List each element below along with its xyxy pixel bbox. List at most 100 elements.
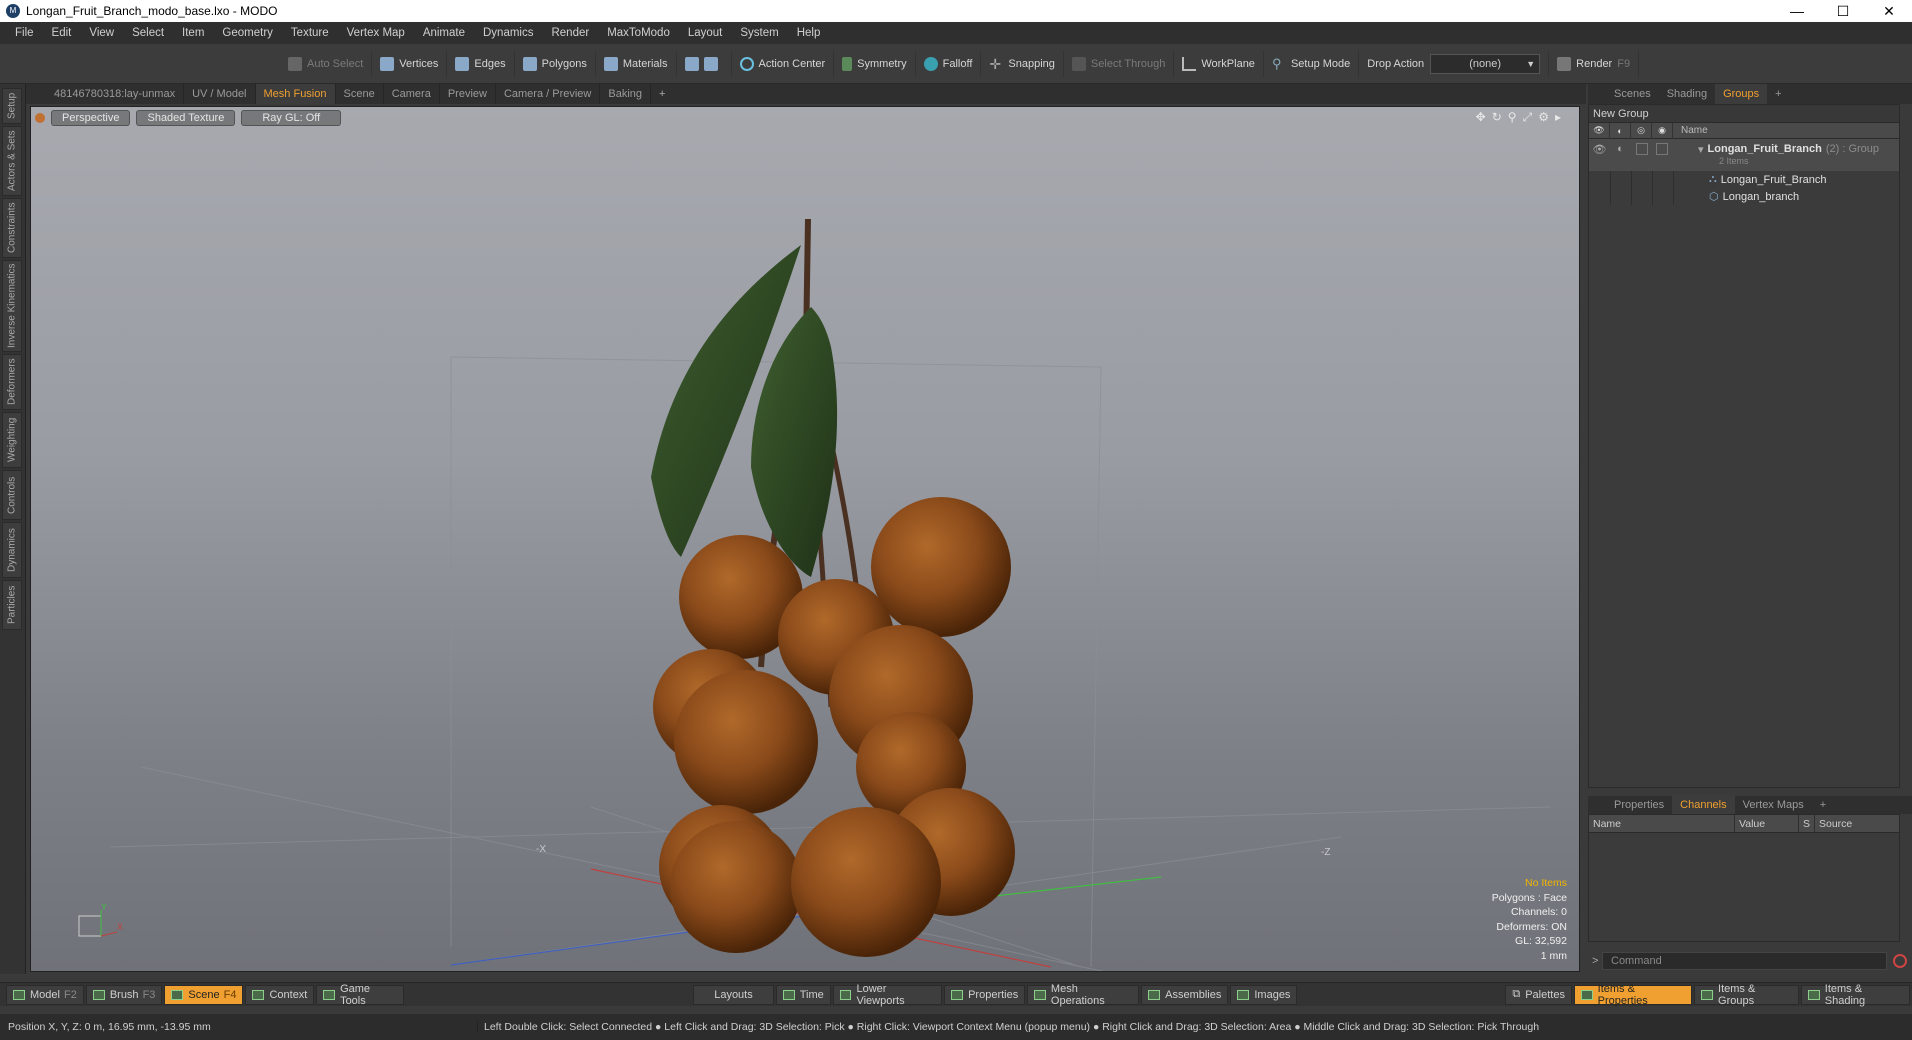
new-group-button[interactable]: New Group [1589, 105, 1899, 123]
maximize-button[interactable]: ☐ [1820, 0, 1866, 22]
materials-button[interactable]: Materials [596, 50, 677, 77]
layout-game-tools-button[interactable]: Game Tools [316, 983, 404, 1007]
menu-system[interactable]: System [731, 27, 787, 39]
menu-vertex-map[interactable]: Vertex Map [338, 27, 414, 39]
tab-groups[interactable]: Groups [1715, 84, 1768, 104]
auto-select-button[interactable]: Auto Select [280, 50, 373, 77]
palettes-button[interactable]: ⧉ Palettes [1505, 984, 1572, 1005]
assemblies-button[interactable]: Assemblies [1141, 984, 1229, 1005]
menu-edit[interactable]: Edit [43, 27, 81, 39]
tab-layout-unmax[interactable]: 48146780318:lay-unmax [46, 84, 185, 104]
tab-mesh-fusion[interactable]: Mesh Fusion [255, 84, 336, 104]
drop-action-select[interactable]: (none) ▼ [1430, 53, 1541, 74]
render-button[interactable]: Render F9 [1549, 50, 1640, 77]
layout-brush-button[interactable]: Brush F3 [85, 984, 163, 1005]
item-mode-buttons[interactable] [677, 50, 732, 77]
chevron-right-icon[interactable]: ▸ [1555, 110, 1561, 125]
layouts-button[interactable]: Layouts [693, 984, 774, 1005]
command-input[interactable]: Command [1602, 952, 1887, 970]
list-item[interactable]: ⬡ Longan_branch [1589, 188, 1899, 205]
shading-mode-button[interactable]: Shaded Texture [136, 110, 236, 126]
vtab-dynamics[interactable]: Dynamics [2, 522, 22, 578]
layout-scene-button[interactable]: Scene F4 [164, 984, 244, 1005]
lower-viewports-button[interactable]: Lower Viewports [832, 983, 943, 1007]
tab-properties[interactable]: Properties [1606, 795, 1672, 815]
3d-viewport[interactable]: -X -Z Perspective Shaded Texture Ray GL:… [30, 106, 1580, 972]
select-checkbox[interactable] [1656, 143, 1668, 155]
time-button[interactable]: Time [775, 984, 831, 1005]
tab-preview[interactable]: Preview [440, 84, 496, 104]
visibility-column-icon[interactable]: 👁 [1589, 122, 1610, 139]
lock-checkbox[interactable] [1636, 143, 1648, 155]
images-button[interactable]: Images [1230, 984, 1298, 1005]
menu-render[interactable]: Render [542, 27, 598, 39]
menu-texture[interactable]: Texture [282, 27, 338, 39]
snapping-button[interactable]: ✛ Snapping [981, 50, 1064, 77]
falloff-button[interactable]: Falloff [916, 50, 982, 77]
menu-geometry[interactable]: Geometry [213, 27, 282, 39]
tab-shading[interactable]: Shading [1659, 84, 1715, 104]
group-row[interactable]: 👁 ◐ ▾ Longan_Fruit_Branch (2) : Group 2 … [1589, 139, 1899, 171]
record-macro-icon[interactable] [1893, 954, 1907, 968]
maximize-viewport-icon[interactable]: ⤢ [1523, 110, 1533, 125]
visibility-eye-icon[interactable]: 👁 [1589, 143, 1610, 156]
properties-button[interactable]: Properties [944, 984, 1026, 1005]
add-tab-button[interactable]: + [651, 84, 673, 104]
minimize-button[interactable]: — [1774, 0, 1820, 22]
menu-select[interactable]: Select [123, 27, 173, 39]
render-column-icon[interactable]: ◐ [1610, 122, 1631, 139]
menu-file[interactable]: File [6, 27, 43, 39]
add-bottom-tab-button[interactable]: + [1812, 795, 1834, 815]
vtab-constraints[interactable]: Constraints [2, 198, 22, 258]
vtab-inverse-kinematics[interactable]: Inverse Kinematics [2, 260, 22, 352]
view-mode-button[interactable]: Perspective [51, 110, 131, 126]
raygl-button[interactable]: Ray GL: Off [241, 110, 342, 126]
menu-maxtomodo[interactable]: MaxToModo [598, 27, 679, 39]
vtab-actors-sets[interactable]: Actors & Sets [2, 126, 22, 196]
items-properties-button[interactable]: Items & Properties [1573, 983, 1693, 1007]
gear-icon[interactable]: ⚙ [1538, 110, 1549, 125]
pan-icon[interactable]: ✥ [1476, 110, 1486, 125]
symmetry-button[interactable]: Symmetry [834, 50, 916, 77]
items-shading-button[interactable]: Items & Shading [1801, 983, 1910, 1007]
menu-help[interactable]: Help [788, 27, 830, 39]
edges-button[interactable]: Edges [447, 50, 515, 77]
select-column-icon[interactable]: ◉ [1652, 122, 1673, 139]
setup-mode-button[interactable]: ⚲ Setup Mode [1264, 50, 1360, 77]
close-button[interactable]: ✕ [1866, 0, 1912, 22]
lock-column-icon[interactable]: ◎ [1631, 122, 1652, 139]
vertices-button[interactable]: Vertices [372, 50, 448, 77]
viewport-options-icon[interactable] [35, 113, 45, 123]
tab-camera[interactable]: Camera [384, 84, 440, 104]
layout-context-button[interactable]: Context [245, 984, 315, 1005]
tab-camera-preview[interactable]: Camera / Preview [496, 84, 601, 104]
polygons-button[interactable]: Polygons [515, 50, 596, 77]
menu-item[interactable]: Item [173, 27, 213, 39]
select-through-button[interactable]: Select Through [1064, 50, 1175, 77]
zoom-icon[interactable]: ⚲ [1508, 110, 1517, 125]
tab-baking[interactable]: Baking [600, 84, 652, 104]
tab-scene[interactable]: Scene [336, 84, 384, 104]
items-groups-button[interactable]: Items & Groups [1694, 983, 1800, 1007]
workplane-button[interactable]: WorkPlane [1174, 50, 1264, 77]
tab-uv-model[interactable]: UV / Model [184, 84, 256, 104]
menu-view[interactable]: View [80, 27, 123, 39]
tab-scenes[interactable]: Scenes [1606, 84, 1659, 104]
mesh-operations-button[interactable]: Mesh Operations [1027, 983, 1140, 1007]
vtab-deformers[interactable]: Deformers [2, 354, 22, 410]
vtab-setup[interactable]: Setup [2, 88, 22, 124]
layout-model-button[interactable]: Model F2 [6, 984, 84, 1005]
menu-dynamics[interactable]: Dynamics [474, 27, 542, 39]
menu-layout[interactable]: Layout [679, 27, 732, 39]
render-toggle-icon[interactable]: ◐ [1610, 143, 1631, 155]
add-right-tab-button[interactable]: + [1767, 84, 1789, 104]
rotate-icon[interactable]: ↻ [1492, 110, 1502, 125]
list-item[interactable]: ⛬ Longan_Fruit_Branch [1589, 171, 1899, 188]
action-center-button[interactable]: Action Center [732, 50, 835, 77]
tab-vertex-maps[interactable]: Vertex Maps [1735, 795, 1812, 815]
vtab-controls[interactable]: Controls [2, 470, 22, 520]
menu-animate[interactable]: Animate [414, 27, 474, 39]
vtab-particles[interactable]: Particles [2, 580, 22, 630]
tab-channels[interactable]: Channels [1672, 795, 1735, 815]
vtab-weighting[interactable]: Weighting [2, 412, 22, 468]
